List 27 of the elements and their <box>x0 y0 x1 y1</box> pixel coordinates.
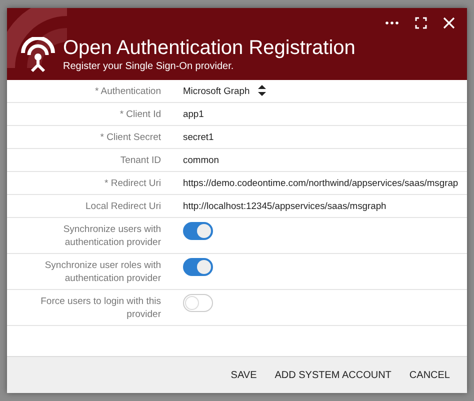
sort-caret-icon <box>258 85 266 96</box>
toggle-switch[interactable] <box>183 294 213 312</box>
footer-button[interactable]: SAVE <box>224 366 264 384</box>
footer-button[interactable]: CANCEL <box>402 366 457 384</box>
field-value[interactable]: common <box>183 154 219 165</box>
field-value[interactable]: https://demo.codeontime.com/northwind/appservices/saas/msgrap <box>183 177 458 188</box>
field-label: * Client Id <box>118 108 161 122</box>
field-label: Force users to login with this provider <box>40 295 161 322</box>
field-label: * Client Secret <box>99 131 161 145</box>
authentication-select[interactable]: Microsoft Graph <box>183 85 266 96</box>
dialog-subtitle: Register your Single Sign-On provider. <box>63 60 235 73</box>
field-label: * Authentication <box>94 85 161 99</box>
field-label: Synchronize user roles with authentication provider <box>44 259 161 286</box>
field-value[interactable]: app1 <box>183 108 204 119</box>
dialog-title: Open Authentication Registration <box>63 36 356 60</box>
footer-button[interactable]: ADD SYSTEM ACCOUNT <box>268 366 398 384</box>
antenna-icon <box>19 36 57 72</box>
toggle-switch[interactable] <box>183 222 213 240</box>
field-value[interactable]: secret1 <box>183 131 214 142</box>
field-label: Synchronize users with authentication provider <box>62 223 161 250</box>
field-value[interactable]: http://localhost:12345/appservices/saas/msgraph <box>183 200 386 211</box>
close-icon[interactable] <box>443 17 455 29</box>
field-label: * Redirect Uri <box>104 177 161 191</box>
toggle-switch[interactable] <box>183 258 213 276</box>
field-label: Tenant ID <box>119 154 161 168</box>
maximize-icon[interactable] <box>415 17 427 29</box>
field-label: Local Redirect Uri <box>84 200 161 214</box>
